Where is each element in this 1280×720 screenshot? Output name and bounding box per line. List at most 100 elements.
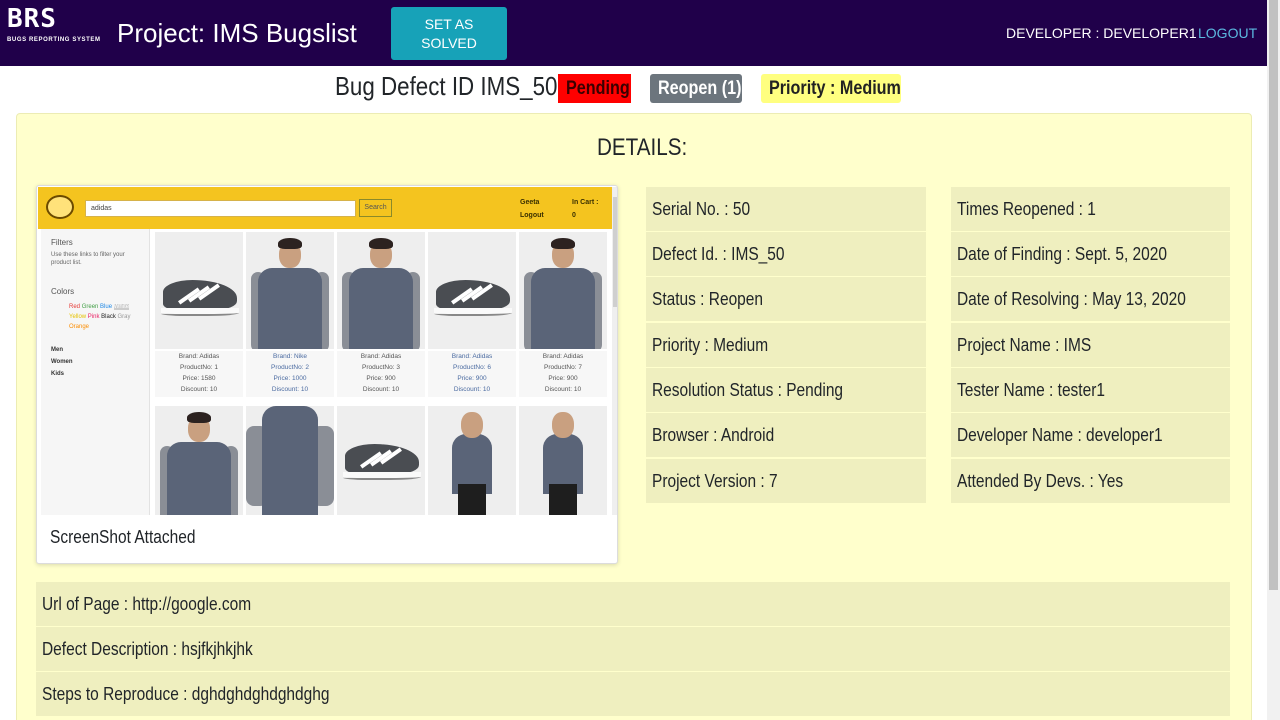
- shop-search-input: adidas: [85, 200, 356, 217]
- shop-color: Red: [69, 304, 81, 310]
- shop-user-logout: Logout: [520, 212, 544, 219]
- shop-product-card: Brand: Adidas ProductNo: 7 Price: 900 Di…: [519, 232, 607, 397]
- shop-color: White: [113, 304, 130, 310]
- bug-title: Bug Defect ID IMS_50: [335, 71, 558, 101]
- field-text: Developer Name : developer1: [957, 425, 1163, 445]
- shop-product-info: Brand: Adidas ProductNo: 6 Price: 900 Di…: [428, 351, 516, 397]
- navbar: BRS BUGS REPORTING SYSTEM Project: IMS B…: [0, 0, 1267, 66]
- brand-logo[interactable]: BRS BUGS REPORTING SYSTEM: [7, 5, 102, 49]
- field-developer-name: Developer Name : developer1: [951, 412, 1230, 457]
- shop-header: adidas Search Geeta Logout In Cart : 0: [38, 187, 617, 229]
- jacket-model-image: [246, 232, 334, 349]
- status-badge-pending: Pending: [558, 74, 631, 103]
- field-date-of-finding: Date of Finding : Sept. 5, 2020: [951, 231, 1230, 276]
- screenshot-caption: ScreenShot Attached: [50, 527, 196, 547]
- shop-product-card: [246, 406, 334, 515]
- shop-color: Blue: [100, 304, 113, 310]
- shop-product-card: Brand: Adidas ProductNo: 3 Price: 900 Di…: [337, 232, 425, 397]
- screenshot-card: adidas Search Geeta Logout In Cart : 0 F…: [36, 185, 618, 564]
- details-heading: DETAILS:: [597, 134, 688, 161]
- jacket-model-image: [155, 406, 243, 515]
- page-scrollbar[interactable]: [1267, 0, 1280, 720]
- field-url-of-page: Url of Page : http://google.com: [36, 581, 1230, 626]
- shop-color: Pink: [87, 314, 100, 320]
- field-text: Status : Reopen: [652, 289, 764, 309]
- shop-product-card: Brand: Nike ProductNo: 2 Price: 1000 Dis…: [246, 232, 334, 397]
- shop-category: Kids: [51, 371, 65, 377]
- shop-product-card: Brand: Adidas ProductNo: 1 Price: 1580 D…: [155, 232, 243, 397]
- priority-badge: Priority : Medium: [761, 74, 901, 103]
- shop-category: Men: [51, 347, 63, 353]
- field-text: Steps to Reproduce : dghdghdghdghdghg: [42, 684, 330, 704]
- field-project-version: Project Version : 7: [646, 458, 926, 503]
- field-tester-name: Tester Name : tester1: [951, 367, 1230, 412]
- field-text: Priority : Medium: [652, 335, 769, 355]
- set-as-solved-button[interactable]: SET AS SOLVED: [391, 7, 507, 60]
- field-times-reopened: Times Reopened : 1: [951, 186, 1230, 231]
- shop-search-button: Search: [359, 199, 392, 217]
- shop-color: Black: [101, 314, 116, 320]
- shop-filters-title: Filters: [51, 238, 73, 247]
- shop-product-info: Brand: Adidas ProductNo: 3 Price: 900 Di…: [337, 351, 425, 397]
- shoe-image: [428, 232, 516, 349]
- shop-color: Orange: [69, 324, 90, 330]
- shop-product-info: Brand: Adidas ProductNo: 7 Price: 900 Di…: [519, 351, 607, 397]
- page-scrollbar-thumb[interactable]: [1269, 0, 1278, 590]
- project-title: Project: IMS Bugslist: [117, 18, 357, 48]
- field-defect-id: Defect Id. : IMS_50: [646, 231, 926, 276]
- developer-label: DEVELOPER : DEVELOPER1: [1006, 25, 1197, 41]
- shop-filter-sidebar: Filters Use these links to filter your p…: [41, 229, 150, 515]
- shop-user: Geeta Logout: [520, 196, 544, 222]
- field-serial-no: Serial No. : 50: [646, 186, 926, 231]
- shop-product-card: [428, 406, 516, 515]
- jacket-closeup-image: [246, 406, 334, 515]
- shop-cart-count: 0: [572, 212, 576, 219]
- shop-scrollbar-thumb: [613, 197, 617, 307]
- shop-product-card: [519, 406, 607, 515]
- field-date-of-resolving: Date of Resolving : May 13, 2020: [951, 276, 1230, 321]
- shop-logo-icon: [46, 195, 74, 219]
- shoe-image: [155, 232, 243, 349]
- shop-user-name: Geeta: [520, 199, 540, 206]
- logout-link[interactable]: LOGOUT: [1198, 24, 1257, 42]
- full-body-model-image: [428, 406, 516, 515]
- field-steps-to-reproduce: Steps to Reproduce : dghdghdghdghdghg: [36, 671, 1230, 716]
- field-attended-by-devs: Attended By Devs. : Yes: [951, 458, 1230, 503]
- full-body-model-image: [519, 406, 607, 515]
- shop-product-card: Brand: Adidas ProductNo: 6 Price: 900 Di…: [428, 232, 516, 397]
- field-text: Project Version : 7: [652, 471, 778, 491]
- jacket-model-image: [337, 232, 425, 349]
- shop-colors-title: Colors: [51, 287, 75, 296]
- field-text: Date of Resolving : May 13, 2020: [957, 289, 1186, 309]
- field-priority: Priority : Medium: [646, 322, 926, 367]
- field-text: Defect Description : hsjfkjhkjhk: [42, 639, 253, 659]
- shop-product-card: [155, 406, 243, 515]
- shop-cart-label: In Cart :: [572, 199, 599, 206]
- shop-category: Women: [51, 359, 73, 365]
- field-text: Url of Page : http://google.com: [42, 594, 252, 614]
- brand-name: BRS: [7, 4, 57, 34]
- status-badge-label: Pending: [566, 78, 630, 99]
- attached-screenshot[interactable]: adidas Search Geeta Logout In Cart : 0 F…: [38, 187, 617, 515]
- shop-filters-hint: Use these links to filter your product l…: [51, 252, 125, 266]
- field-text: Serial No. : 50: [652, 199, 751, 219]
- reopen-badge-label: Reopen (1): [658, 78, 742, 99]
- field-text: Tester Name : tester1: [957, 380, 1105, 400]
- shop-cart: In Cart : 0: [572, 196, 598, 222]
- shop-product-card: [337, 406, 425, 515]
- field-text: Project Name : IMS: [957, 335, 1092, 355]
- shop-color: Gray: [117, 314, 131, 320]
- field-text: Date of Finding : Sept. 5, 2020: [957, 244, 1167, 264]
- reopen-count-badge: Reopen (1): [650, 74, 742, 103]
- shop-color: Green: [81, 304, 99, 310]
- shop-product-info: Brand: Adidas ProductNo: 1 Price: 1580 D…: [155, 351, 243, 397]
- field-status: Status : Reopen: [646, 276, 926, 321]
- shoe-image: [337, 406, 425, 515]
- shop-product-info: Brand: Nike ProductNo: 2 Price: 1000 Dis…: [246, 351, 334, 397]
- field-text: Browser : Android: [652, 425, 775, 445]
- shop-color: Yellow: [69, 314, 87, 320]
- field-project-name: Project Name : IMS: [951, 322, 1230, 367]
- field-resolution-status: Resolution Status : Pending: [646, 367, 926, 412]
- field-text: Times Reopened : 1: [957, 199, 1096, 219]
- brand-subtitle: BUGS REPORTING SYSTEM: [7, 37, 101, 43]
